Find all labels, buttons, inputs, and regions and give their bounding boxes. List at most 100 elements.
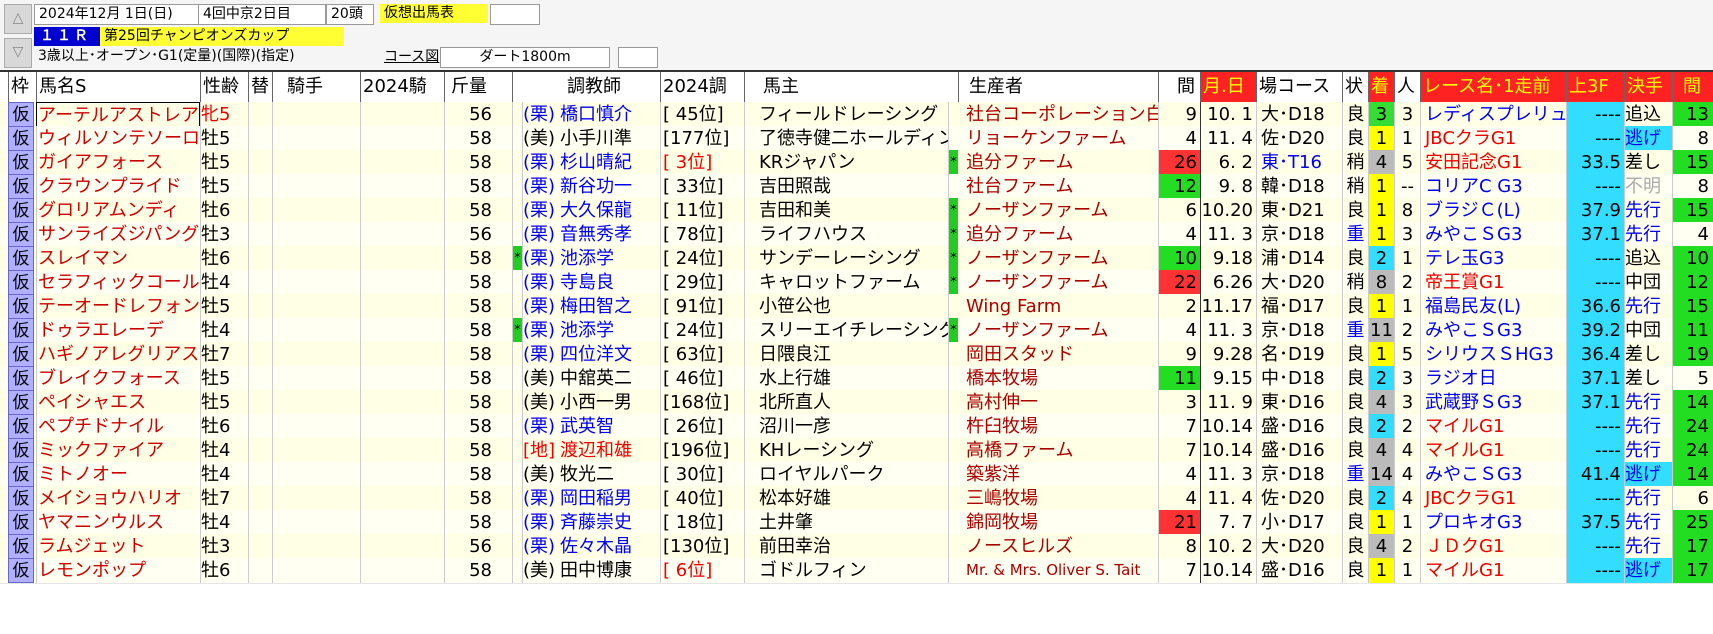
sex-age: 牡4: [200, 270, 248, 295]
last-race-name: ブラジＣ(L): [1420, 198, 1566, 223]
table-row[interactable]: 仮ヤマニンウルス 牡4 58 (栗) 斉藤崇史 [ 18位] 土井肇 錦岡牧場 21 7. 7 小･…: [0, 510, 1713, 536]
scroll-up-button[interactable]: △: [4, 4, 32, 34]
horse-name[interactable]: セラフィックコール: [36, 270, 200, 295]
waku-button[interactable]: 仮: [8, 318, 34, 343]
col-style[interactable]: 決手: [1624, 72, 1672, 102]
col-breeder[interactable]: 生産者: [958, 72, 1158, 102]
horse-name[interactable]: ブレイクフォース: [36, 366, 200, 391]
horse-name[interactable]: メイショウハリオ: [36, 486, 200, 511]
scroll-down-button[interactable]: ▽: [4, 38, 32, 68]
table-row[interactable]: 仮ドゥラエレーデ 牡4 58 * (栗) 池添学[ 24位] スリーエイチレーシング * ノーザ…: [0, 318, 1713, 344]
last-course: 京･D18: [1256, 318, 1342, 343]
col-gap[interactable]: 間: [1672, 72, 1713, 102]
waku-button[interactable]: 仮: [8, 174, 34, 199]
table-row[interactable]: 仮サンライズジパング 牡3 56 (栗) 音無秀孝 [ 78位] ライフハウス * 追分ファーム…: [0, 222, 1713, 248]
waku-button[interactable]: 仮: [8, 558, 34, 583]
col-cond[interactable]: 状: [1342, 72, 1368, 102]
horse-name[interactable]: ドゥラエレーデ: [36, 318, 200, 343]
horse-name[interactable]: ガイアフォース: [36, 150, 200, 175]
col-sub[interactable]: 替: [248, 72, 272, 102]
horse-name[interactable]: ラムジェット: [36, 534, 200, 559]
col-interval[interactable]: 間: [1158, 72, 1200, 102]
table-row[interactable]: 仮ペプチドナイル 牡6 58 (栗) 武英智 [ 26位] 沼川一彦 杵臼牧場 7 10.14 盛･…: [0, 414, 1713, 440]
table-row[interactable]: 仮ミックファイア 牡4 58 [地] 渡辺和雄 [196位] KHレーシング 高橋ファーム 7 1…: [0, 438, 1713, 464]
waku-button[interactable]: 仮: [8, 510, 34, 535]
waku-button[interactable]: 仮: [8, 246, 34, 271]
table-row[interactable]: 仮ウィルソンテソーロ牡5 58 (美)小手川準 [177位]了徳寺健二ホールディングス…: [0, 126, 1713, 152]
table-row[interactable]: 仮グロリアムンディ 牡6 58 (栗) 大久保龍 [ 11位] 吉田和美 * ノーザンファーム 6…: [0, 198, 1713, 224]
horse-name[interactable]: グロリアムンディ: [36, 198, 200, 223]
waku-button[interactable]: 仮: [8, 486, 34, 511]
waku-button[interactable]: 仮: [8, 342, 34, 367]
table-row[interactable]: 仮ハギノアレグリアス 牡7 58 (栗) 四位洋文 [ 63位] 日隈良江 岡田スタッド 9 9.…: [0, 342, 1713, 368]
waku-button[interactable]: 仮: [8, 438, 34, 463]
col-last3f[interactable]: 上3F: [1566, 72, 1624, 102]
horse-name[interactable]: ペプチドナイル: [36, 414, 200, 439]
waku-button[interactable]: 仮: [8, 294, 34, 319]
course-map-link[interactable]: コース図: [384, 48, 439, 67]
table-row[interactable]: 仮アーテルアストレア 牝5 56 (栗) 橋口慎介 [ 45位] フィールドレーシング 社台コ…: [0, 102, 1713, 128]
table-row[interactable]: 仮レモンポップ 牡6 58 (美) 田中博康 [ 6位] ゴドルフィン Mr. & Mrs. …: [0, 558, 1713, 584]
col-date[interactable]: 月.日: [1200, 72, 1256, 102]
table-row[interactable]: 仮ブレイクフォース 牡5 58 (美) 中舘英二 [ 46位] 水上行雄 橋本牧場 11 9.15…: [0, 366, 1713, 392]
table-row[interactable]: 仮ガイアフォース 牡5 58 (栗) 杉山晴紀 [ 3位] KRジャパン * 追分ファーム 26 6…: [0, 150, 1713, 176]
horse-name[interactable]: ミトノオー: [36, 462, 200, 487]
trainer-name: 岡田稲男: [560, 488, 632, 509]
horse-name[interactable]: ハギノアレグリアス: [36, 342, 200, 367]
table-row[interactable]: 仮ミトノオー 牡4 58 (美) 牧光二[ 30位] ロイヤルパーク 築紫洋 4 11. 3 京･…: [0, 462, 1713, 488]
waku-button[interactable]: 仮: [8, 462, 34, 487]
col-jockey[interactable]: 騎手: [272, 72, 360, 102]
blank-field-2[interactable]: [618, 47, 658, 68]
waku-button[interactable]: 仮: [8, 222, 34, 247]
col-trainer[interactable]: 調教師: [512, 72, 660, 102]
weight: 58: [444, 246, 512, 271]
owner-name: スリーエイチレーシング: [744, 318, 948, 343]
table-row[interactable]: 仮クラウンプライド 牡5 58 (栗) 新谷功一 [ 33位] 吉田照哉 社台ファーム 12 9.…: [0, 174, 1713, 200]
race-gap: 5: [1672, 366, 1713, 391]
horse-name[interactable]: テーオードレフォン: [36, 294, 200, 319]
col-weight[interactable]: 斤量: [444, 72, 512, 102]
col-name[interactable]: 馬名S: [36, 72, 200, 102]
waku-button[interactable]: 仮: [8, 366, 34, 391]
trainer-affiliation: (美): [522, 126, 560, 151]
table-row[interactable]: 仮スレイマン 牡6 58 * (栗) 池添学[ 24位] サンデーレーシング * ノーザンファー…: [0, 246, 1713, 272]
horse-name[interactable]: サンライズジパング: [36, 222, 200, 247]
sub-flag: [248, 486, 272, 511]
jockey-cell: [272, 438, 360, 463]
horse-name[interactable]: ミックファイア: [36, 438, 200, 463]
horse-name[interactable]: ウィルソンテソーロ: [36, 126, 200, 151]
waku-button[interactable]: 仮: [8, 534, 34, 559]
col-sexage[interactable]: 性齢: [200, 72, 248, 102]
horse-name[interactable]: アーテルアストレア: [36, 102, 200, 127]
waku-button[interactable]: 仮: [8, 150, 34, 175]
col-finish[interactable]: 着: [1368, 72, 1394, 102]
table-row[interactable]: 仮テーオードレフォン 牡5 58 (栗) 梅田智之 [ 91位] 小笹公也 Wing Farm…: [0, 294, 1713, 320]
waku-button[interactable]: 仮: [8, 270, 34, 295]
waku-button[interactable]: 仮: [8, 198, 34, 223]
col-pop[interactable]: 人: [1394, 72, 1420, 102]
table-row[interactable]: 仮セラフィックコール 牡4 58 (栗) 寺島良 [ 29位] キャロットファーム * ノーザン…: [0, 270, 1713, 296]
table-row[interactable]: 仮ペイシャエス 牡5 58 (美) 小西一男 [168位] 北所直人 高村伸一 3 11. 9 東･…: [0, 390, 1713, 416]
waku-button[interactable]: 仮: [8, 390, 34, 415]
col-owner[interactable]: 馬主: [744, 72, 958, 102]
table-row[interactable]: 仮ラムジェット 牡3 56 (栗) 佐々木晶 [130位] 前田幸治 ノースヒルズ 8 10. 2…: [0, 534, 1713, 560]
col-waku[interactable]: 枠: [8, 72, 36, 102]
horse-name[interactable]: スレイマン: [36, 246, 200, 271]
horse-name[interactable]: ヤマニンウルス: [36, 510, 200, 535]
col-jockey2024[interactable]: 2024騎: [360, 72, 444, 102]
col-race[interactable]: レース名･1走前: [1420, 72, 1566, 102]
last-3f: ----: [1566, 102, 1624, 127]
horse-name[interactable]: ペイシャエス: [36, 390, 200, 415]
horse-name[interactable]: レモンポップ: [36, 558, 200, 583]
horse-name[interactable]: クラウンプライド: [36, 174, 200, 199]
last-race-name: 福島民友(L): [1420, 294, 1566, 319]
waku-button[interactable]: 仮: [8, 414, 34, 439]
waku-button[interactable]: 仮: [8, 102, 34, 127]
last-date: 10.14: [1200, 414, 1256, 439]
track-condition: 稍: [1342, 270, 1368, 295]
blank-field[interactable]: [490, 4, 540, 25]
waku-button[interactable]: 仮: [8, 126, 34, 151]
table-row[interactable]: 仮メイショウハリオ 牡7 58 (栗) 岡田稲男[ 40位] 松本好雄 三嶋牧場 4 11. 4…: [0, 486, 1713, 512]
col-trainer2024[interactable]: 2024調: [660, 72, 744, 102]
col-course[interactable]: 場コース: [1256, 72, 1342, 102]
